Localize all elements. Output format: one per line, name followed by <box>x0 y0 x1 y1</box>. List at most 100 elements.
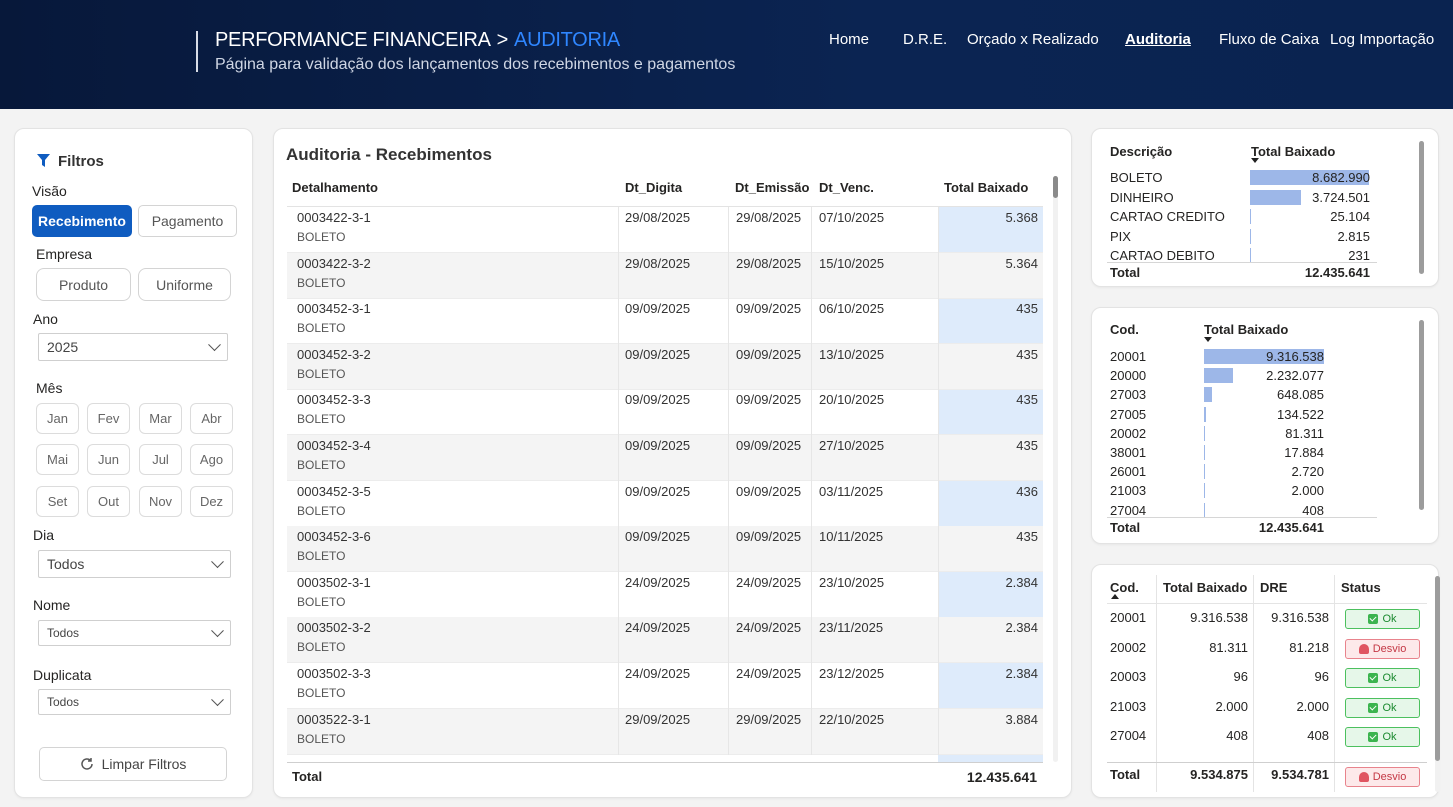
status-col-status[interactable]: Status <box>1341 580 1381 595</box>
cod-row-value: 2.232.077 <box>1266 368 1324 384</box>
desc-total-divider <box>1107 262 1377 263</box>
mes-label: Mês <box>36 380 63 396</box>
chevron-down-icon <box>208 338 221 352</box>
col-dt-emissao[interactable]: Dt_Emissão <box>735 180 809 195</box>
cod-row-value: 648.085 <box>1277 387 1324 403</box>
produto-button[interactable]: Produto <box>36 268 131 301</box>
row-total: 435 <box>1016 529 1038 545</box>
status-badge: Ok <box>1345 668 1420 689</box>
nav-dre[interactable]: D.R.E. <box>903 31 947 48</box>
row-dt-emissao: 29/09/2025 <box>736 711 802 727</box>
row-id: 0003522-3-1 <box>297 711 371 727</box>
column-divider <box>938 207 939 755</box>
row-dt-venc: 23/10/2025 <box>819 574 885 590</box>
main-table-scroll-thumb[interactable] <box>1053 176 1058 198</box>
cod-row-value: 2.000 <box>1291 483 1324 499</box>
alert-icon <box>1358 772 1369 782</box>
total-divider <box>287 762 1043 763</box>
month-nov[interactable]: Nov <box>139 486 182 517</box>
cod-row-label: 26001 <box>1110 464 1147 480</box>
row-dt-venc: 06/10/2025 <box>819 301 885 317</box>
row-total: 2.384 <box>1005 574 1038 590</box>
page-title: PERFORMANCE FINANCEIRA > AUDITORIA <box>215 29 620 52</box>
desc-row-label: CARTAO CREDITO <box>1110 209 1225 224</box>
row-total: 5.364 <box>1005 255 1038 271</box>
month-set[interactable]: Set <box>36 486 79 517</box>
status-col-cod[interactable]: Cod. <box>1110 580 1139 595</box>
desc-scroll-thumb[interactable] <box>1419 141 1424 274</box>
row-tipo: BOLETO <box>297 731 346 746</box>
month-dez[interactable]: Dez <box>190 486 233 517</box>
cod-row-value: 17.884 <box>1284 445 1324 460</box>
pagamento-button[interactable]: Pagamento <box>138 205 237 237</box>
visao-label: Visão <box>32 183 67 199</box>
row-id: 0003452-3-2 <box>297 346 371 362</box>
main-table-scrollbar[interactable] <box>1053 176 1058 762</box>
desc-col-total[interactable]: Total Baixado <box>1251 144 1335 159</box>
row-dt-digita: 09/09/2025 <box>625 483 691 499</box>
nav-auditoria[interactable]: Auditoria <box>1125 31 1191 48</box>
desc-row-value: 8.682.990 <box>1312 170 1370 185</box>
desc-row-value: 231 <box>1348 248 1370 263</box>
desc-col-descricao[interactable]: Descrição <box>1110 144 1172 159</box>
status-total-text: Desvio <box>1372 771 1407 783</box>
nav-log-importacao[interactable]: Log Importação <box>1330 31 1434 48</box>
dia-dropdown[interactable]: Todos <box>38 550 231 578</box>
clear-filters-button[interactable]: Limpar Filtros <box>39 747 227 781</box>
row-tipo: BOLETO <box>297 549 346 564</box>
recebimento-button[interactable]: Recebimento <box>32 205 132 237</box>
row-id: 0003452-3-4 <box>297 438 371 453</box>
month-mai[interactable]: Mai <box>36 444 79 475</box>
refresh-icon <box>80 758 93 770</box>
breadcrumb-separator: > <box>496 29 509 51</box>
row-dt-emissao: 29/08/2025 <box>736 255 802 271</box>
status-text: Ok <box>1382 672 1397 685</box>
row-dt-digita: 29/08/2025 <box>625 210 691 225</box>
ano-label: Ano <box>33 311 58 327</box>
status-col-dre[interactable]: DRE <box>1260 580 1287 595</box>
month-jun[interactable]: Jun <box>87 444 130 475</box>
chevron-down-icon <box>211 555 224 569</box>
status-row-cod: 20002 <box>1110 639 1147 655</box>
month-jul[interactable]: Jul <box>139 444 182 475</box>
check-icon <box>1368 673 1379 684</box>
month-fev[interactable]: Fev <box>87 403 130 434</box>
status-row-dre: 81.218 <box>1289 639 1329 655</box>
month-abr[interactable]: Abr <box>190 403 233 434</box>
row-dt-venc: 27/10/2025 <box>819 438 885 453</box>
status-scroll-thumb[interactable] <box>1435 576 1440 761</box>
month-jan[interactable]: Jan <box>36 403 79 434</box>
nav-fluxo-caixa[interactable]: Fluxo de Caixa <box>1219 31 1319 48</box>
uniforme-button[interactable]: Uniforme <box>138 268 231 301</box>
nav-home[interactable]: Home <box>829 31 869 48</box>
cod-row-label: 20000 <box>1110 368 1147 384</box>
month-out[interactable]: Out <box>87 486 130 517</box>
cod-col-total[interactable]: Total Baixado <box>1204 322 1288 337</box>
ano-dropdown[interactable]: 2025 <box>38 333 228 361</box>
nav-orcado-realizado[interactable]: Orçado x Realizado <box>967 31 1099 48</box>
nome-dropdown[interactable]: Todos <box>38 620 231 646</box>
row-tipo: BOLETO <box>297 230 346 244</box>
nome-value: Todos <box>47 626 80 640</box>
col-dt-digita[interactable]: Dt_Digita <box>625 180 682 195</box>
page-subtitle: Página para validação dos lançamentos do… <box>215 56 736 73</box>
desc-row-value: 2.815 <box>1337 228 1370 244</box>
dia-label: Dia <box>33 527 55 543</box>
month-mar[interactable]: Mar <box>139 403 182 434</box>
col-dt-venc[interactable]: Dt_Venc. <box>819 180 874 195</box>
cod-scroll-thumb[interactable] <box>1419 320 1424 510</box>
col-detalhamento[interactable]: Detalhamento <box>292 180 378 195</box>
row-dt-venc: 23/12/2025 <box>819 666 885 681</box>
col-total-baixado[interactable]: Total Baixado <box>944 180 1028 195</box>
row-dt-digita: 29/08/2025 <box>625 255 691 271</box>
month-ago[interactable]: Ago <box>190 444 233 475</box>
row-dt-digita: 24/09/2025 <box>625 620 691 636</box>
duplicata-dropdown[interactable]: Todos <box>38 689 231 715</box>
row-dt-emissao: 09/09/2025 <box>736 529 802 545</box>
cod-col-cod[interactable]: Cod. <box>1110 322 1139 337</box>
row-dt-digita: 24/09/2025 <box>625 666 691 681</box>
status-row-cod: 27004 <box>1110 728 1147 744</box>
status-text: Ok <box>1382 731 1397 744</box>
row-id: 0003422-3-1 <box>297 210 371 225</box>
status-col-total[interactable]: Total Baixado <box>1163 580 1247 595</box>
